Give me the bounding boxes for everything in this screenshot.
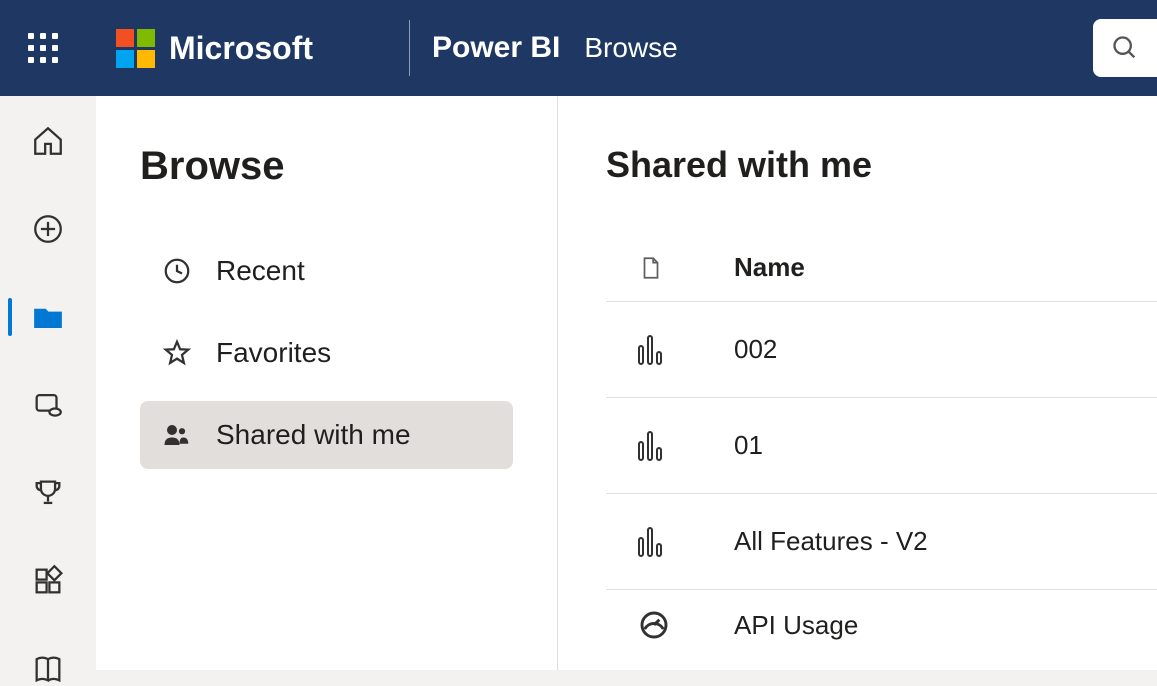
table-row[interactable]: 002 [606, 302, 1157, 398]
browse-item-recent[interactable]: Recent [140, 237, 513, 305]
rail-metrics[interactable] [0, 476, 96, 510]
column-type[interactable] [638, 253, 734, 283]
row-name: 002 [734, 334, 777, 365]
book-icon [31, 652, 65, 686]
app-name: Power BI [432, 31, 560, 65]
rail-apps[interactable] [0, 564, 96, 598]
home-icon [31, 124, 65, 158]
report-icon [638, 335, 734, 365]
column-name[interactable]: Name [734, 252, 805, 283]
browse-item-shared[interactable]: Shared with me [140, 401, 513, 469]
brand-block[interactable]: Microsoft [116, 29, 313, 68]
report-icon [638, 431, 734, 461]
apps-icon [31, 564, 65, 598]
app-launcher-icon[interactable] [28, 33, 58, 63]
rail-data-hub[interactable] [0, 388, 96, 422]
table-row[interactable]: All Features - V2 [606, 494, 1157, 590]
rail-browse[interactable] [0, 300, 96, 334]
browse-item-label: Favorites [216, 337, 331, 369]
file-icon [638, 253, 664, 283]
content-area: Shared with me Name 002 01 All Features … [558, 96, 1157, 670]
browse-title: Browse [140, 144, 513, 189]
table-header: Name [606, 234, 1157, 302]
content-title: Shared with me [606, 144, 1157, 186]
search-icon [1111, 34, 1139, 62]
row-name: All Features - V2 [734, 526, 928, 557]
table-row[interactable]: 01 [606, 398, 1157, 494]
microsoft-logo-icon [116, 29, 155, 68]
data-hub-icon [31, 388, 65, 422]
rail-create[interactable] [0, 212, 96, 246]
plus-circle-icon [31, 212, 65, 246]
browse-panel: Browse Recent Favorites Shared with me [96, 96, 558, 670]
browse-item-label: Shared with me [216, 419, 411, 451]
app-header: Microsoft Power BI Browse [0, 0, 1157, 96]
star-icon [162, 338, 192, 368]
brand-text: Microsoft [169, 30, 313, 67]
rail-learn[interactable] [0, 652, 96, 686]
table-row[interactable]: API Usage [606, 590, 1157, 660]
trophy-icon [31, 476, 65, 510]
report-icon [638, 527, 734, 557]
folder-icon [31, 300, 65, 334]
clock-icon [162, 256, 192, 286]
people-icon [162, 420, 192, 450]
browse-item-label: Recent [216, 255, 305, 287]
header-divider [409, 20, 410, 76]
row-name: API Usage [734, 610, 858, 641]
left-rail [0, 96, 96, 670]
breadcrumb: Browse [584, 32, 677, 64]
row-name: 01 [734, 430, 763, 461]
browse-item-favorites[interactable]: Favorites [140, 319, 513, 387]
search-button[interactable] [1093, 19, 1157, 77]
rail-home[interactable] [0, 124, 96, 158]
dashboard-icon [638, 609, 734, 641]
